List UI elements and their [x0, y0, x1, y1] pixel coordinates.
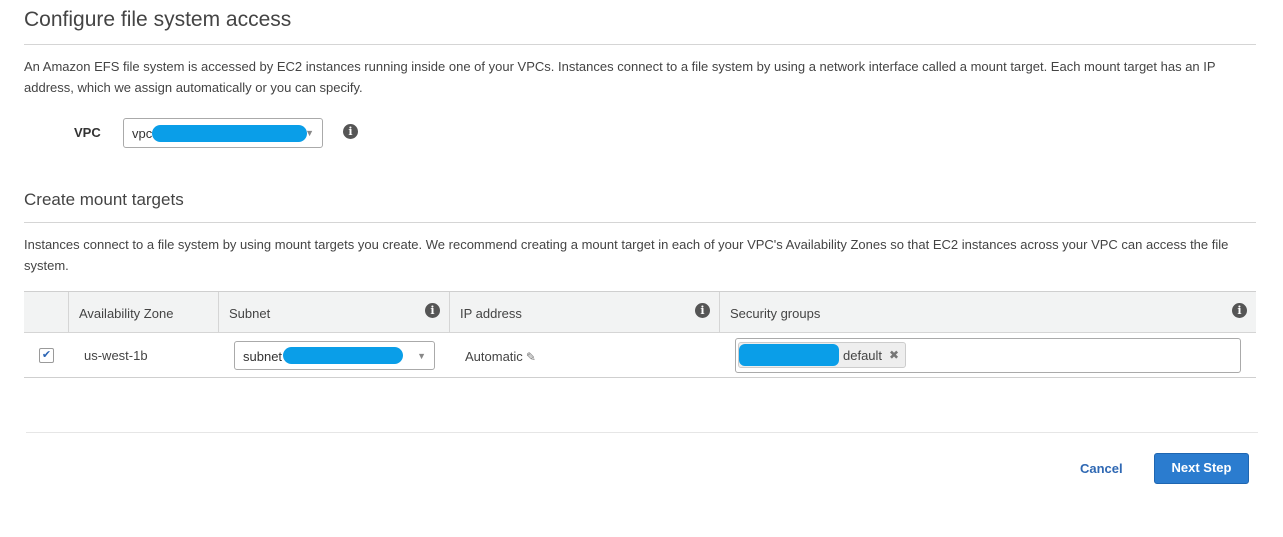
- close-icon[interactable]: ✖: [889, 348, 899, 362]
- availability-zone-value: us-west-1b: [84, 348, 148, 363]
- table-row: ✔ us-west-1b subnet ▼ Automatic ✎ default…: [24, 333, 1256, 377]
- mount-targets-title: Create mount targets: [24, 190, 184, 209]
- column-label: IP address: [460, 306, 522, 321]
- row-checkbox[interactable]: ✔: [39, 348, 54, 363]
- chevron-down-icon: ▼: [417, 351, 426, 361]
- access-description: An Amazon EFS file system is accessed by…: [24, 59, 1216, 95]
- redaction-mark: [283, 347, 403, 364]
- redaction-mark: [739, 344, 839, 366]
- page-title: Configure file system access: [24, 8, 292, 31]
- ip-address-value: Automatic: [465, 349, 523, 364]
- column-label: Security groups: [730, 306, 821, 321]
- info-icon[interactable]: i: [1232, 303, 1247, 318]
- chevron-down-icon: ▼: [305, 128, 314, 138]
- checkmark-icon: ✔: [41, 349, 52, 361]
- column-ip-address: IP address i: [449, 292, 719, 332]
- vpc-select[interactable]: vpc ▼: [123, 118, 323, 148]
- cancel-button[interactable]: Cancel: [1080, 461, 1123, 476]
- ip-address-cell[interactable]: Automatic ✎: [465, 348, 536, 366]
- info-icon[interactable]: i: [425, 303, 440, 318]
- vpc-select-value: vpc: [132, 126, 153, 141]
- table-header: Availability Zone Subnet i IP address i …: [24, 292, 1256, 333]
- column-subnet: Subnet i: [218, 292, 449, 332]
- subnet-select-value: subnet: [243, 349, 283, 364]
- pencil-icon[interactable]: ✎: [526, 350, 536, 364]
- security-group-token-label: default: [843, 348, 883, 363]
- section-divider: [24, 44, 1256, 45]
- mount-targets-description: Instances connect to a file system by us…: [24, 237, 1229, 273]
- security-groups-input[interactable]: default ✖: [735, 338, 1241, 373]
- column-label: Subnet: [229, 306, 271, 321]
- section-divider: [24, 222, 1256, 223]
- info-icon[interactable]: i: [695, 303, 710, 318]
- column-availability-zone: Availability Zone: [68, 292, 218, 332]
- subnet-select[interactable]: subnet ▼: [234, 341, 435, 370]
- vpc-label: VPC: [74, 125, 101, 140]
- redaction-mark: [152, 125, 307, 142]
- next-step-button[interactable]: Next Step: [1154, 453, 1249, 484]
- security-group-token: default ✖: [738, 342, 906, 368]
- column-label: Availability Zone: [79, 306, 174, 321]
- footer-divider: [26, 432, 1258, 433]
- column-security-groups: Security groups i: [719, 292, 1256, 332]
- mount-targets-table: Availability Zone Subnet i IP address i …: [24, 291, 1256, 378]
- info-icon[interactable]: i: [343, 124, 358, 139]
